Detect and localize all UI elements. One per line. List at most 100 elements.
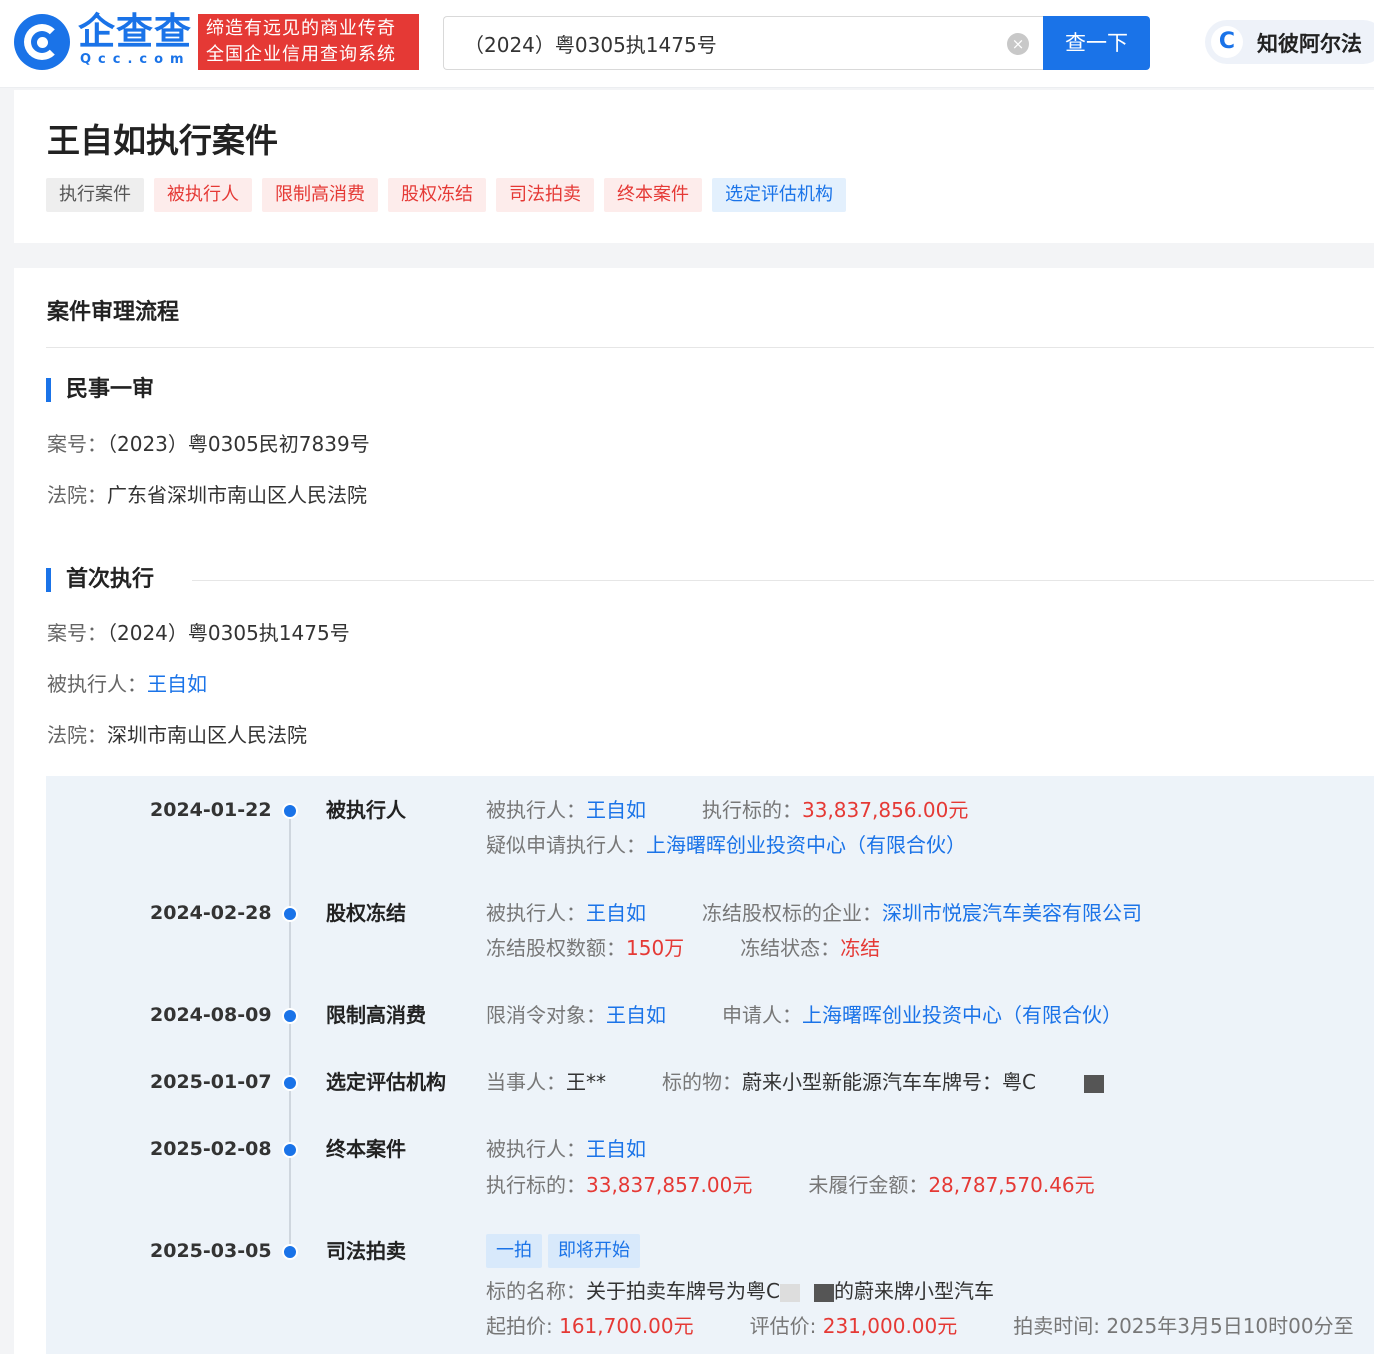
tag-equity-freeze[interactable]: 股权冻结	[388, 178, 486, 212]
zhibi-label: 知彼阿尔法	[1257, 32, 1362, 56]
page-title: 王自如执行案件	[47, 121, 278, 160]
search-box: ×	[443, 16, 1043, 70]
timeline-dot-icon	[282, 906, 298, 922]
title-card: 王自如执行案件 执行案件 被执行人 限制高消费 股权冻结 司法拍卖 终本案件 选…	[14, 90, 1374, 243]
search-button[interactable]: 查一下	[1043, 16, 1150, 70]
tag-judicial-auction[interactable]: 司法拍卖	[496, 178, 594, 212]
timeline-date: 2024-01-22	[150, 799, 272, 821]
auction-name-value[interactable]: 的蔚来牌小型汽车	[834, 1279, 994, 1303]
field-label: 申请人：	[722, 1003, 802, 1027]
person-link[interactable]: 王自如	[586, 901, 646, 925]
case-no-value: （2024）粤0305执1475号	[107, 621, 350, 645]
case-process-card: 案件审理流程 民事一审 案号：（2023）粤0305民初7839号 法院：广东省…	[14, 268, 1374, 1354]
auction-status-badge: 即将开始	[548, 1234, 640, 1268]
field-label: 起拍价:	[486, 1314, 560, 1338]
timeline-line	[289, 810, 291, 1252]
field-label: 标的物：	[662, 1070, 742, 1094]
case-no-label: 案号：	[47, 432, 107, 456]
divider	[192, 580, 1374, 581]
timeline-type: 限制高消费	[326, 1003, 426, 1027]
case-no-label: 案号：	[47, 621, 107, 645]
slogan-line-2: 全国企业信用查询系统	[206, 44, 396, 65]
person-label: 被执行人：	[47, 672, 147, 696]
first-exec-court: 法院：深圳市南山区人民法院	[47, 721, 307, 749]
applicant-link[interactable]: 上海曙晖创业投资中心（有限合伙）	[646, 833, 966, 857]
person-link[interactable]: 王自如	[586, 1137, 646, 1161]
timeline-row: 起拍价: 161,700.00元 评估价: 231,000.00元 拍卖时间: 20…	[486, 1312, 1354, 1340]
timeline-row: 疑似申请执行人：上海曙晖创业投资中心（有限合伙）	[486, 831, 966, 859]
field-label: 被执行人：	[486, 901, 586, 925]
redacted-mask	[1083, 1074, 1104, 1093]
first-exec-case-no: 案号：（2024）粤0305执1475号	[47, 619, 350, 647]
timeline-dot-icon	[282, 803, 298, 819]
field-label: 评估价:	[749, 1314, 823, 1338]
field-label: 拍卖时间:	[1013, 1314, 1107, 1338]
tag-high-consumption-limit[interactable]: 限制高消费	[262, 178, 378, 212]
timeline-row: 被执行人：王自如 冻结股权标的企业：深圳市悦宸汽车美容有限公司	[486, 899, 1142, 927]
amount-value: 150万	[626, 936, 685, 960]
company-link[interactable]: 深圳市悦宸汽车美容有限公司	[882, 901, 1142, 925]
divider	[46, 347, 1374, 348]
timeline-type: 选定评估机构	[326, 1070, 446, 1094]
field-label: 未履行金额：	[808, 1173, 929, 1197]
court-value: 深圳市南山区人民法院	[107, 723, 307, 747]
court-label: 法院：	[47, 483, 107, 507]
logo-subtext: Qcc.com	[80, 52, 191, 67]
timeline-row: 被执行人：王自如	[486, 1135, 646, 1163]
timeline-date: 2024-02-28	[150, 902, 272, 924]
auction-name-value[interactable]: 关于拍卖车牌号为粤C	[586, 1279, 780, 1303]
timeline-row: 当事人：王** 标的物：蔚来小型新能源汽车车牌号：粤C	[486, 1068, 1104, 1096]
field-label: 执行标的：	[486, 1173, 586, 1197]
field-label: 限消令对象：	[486, 1003, 606, 1027]
timeline-date: 2025-02-08	[150, 1138, 272, 1160]
first-exec-heading: 首次执行	[46, 566, 154, 594]
first-exec-person: 被执行人：王自如	[47, 670, 207, 698]
eval-price-value: 231,000.00元	[822, 1314, 958, 1338]
start-price-value: 161,700.00元	[559, 1314, 694, 1338]
timeline-row: 被执行人：王自如 执行标的：33,837,856.00元	[486, 796, 968, 824]
timeline-row: 执行标的：33,837,857.00元 未履行金额：28,787,570.46元	[486, 1171, 1095, 1199]
court-label: 法院：	[47, 723, 107, 747]
field-label: 执行标的：	[702, 798, 802, 822]
qcc-logo-icon[interactable]	[14, 14, 70, 70]
party-value: 王**	[566, 1070, 606, 1094]
timeline-date: 2025-01-07	[150, 1071, 272, 1093]
amount-value: 33,837,857.00元	[586, 1173, 753, 1197]
zhibi-logo-icon: C	[1211, 26, 1243, 58]
field-label: 当事人：	[486, 1070, 566, 1094]
case-no-value: （2023）粤0305民初7839号	[107, 432, 370, 456]
zhibi-alpha-button[interactable]: C 知彼阿尔法	[1205, 20, 1374, 64]
field-label: 被执行人：	[486, 1137, 586, 1161]
person-link[interactable]: 王自如	[586, 798, 646, 822]
search-input[interactable]	[464, 17, 1004, 69]
timeline-date: 2024-08-09	[150, 1004, 272, 1026]
timeline-dot-icon	[282, 1008, 298, 1024]
subject-value: 蔚来小型新能源汽车车牌号：粤C	[742, 1070, 1036, 1094]
timeline-row: 限消令对象：王自如 申请人：上海曙晖创业投资中心（有限合伙）	[486, 1001, 1122, 1029]
tag-execution-case[interactable]: 执行案件	[46, 178, 144, 212]
redacted-mask	[779, 1283, 800, 1302]
tag-executed-person[interactable]: 被执行人	[154, 178, 252, 212]
unpaid-amount-value: 28,787,570.46元	[928, 1173, 1095, 1197]
field-label: 冻结状态：	[740, 936, 841, 960]
first-trial-heading: 民事一审	[46, 376, 154, 404]
timeline-row: 标的名称：关于拍卖车牌号为粤C 的蔚来牌小型汽车	[486, 1277, 994, 1305]
tag-appraisal-agency[interactable]: 选定评估机构	[712, 178, 846, 212]
person-link[interactable]: 王自如	[147, 672, 207, 696]
timeline-dot-icon	[282, 1244, 298, 1260]
logo-text[interactable]: 企查查	[78, 10, 192, 54]
timeline-type: 被执行人	[326, 798, 406, 822]
status-value: 冻结	[840, 936, 881, 960]
slogan-banner: 缔造有远见的商业传奇 全国企业信用查询系统	[198, 14, 419, 70]
person-link[interactable]: 王自如	[606, 1003, 666, 1027]
timeline: 2024-01-22 被执行人 被执行人：王自如 执行标的：33,837,856.…	[46, 776, 1374, 1354]
timeline-dot-icon	[282, 1142, 298, 1158]
applicant-link[interactable]: 上海曙晖创业投资中心（有限合伙）	[802, 1003, 1122, 1027]
field-label: 被执行人：	[486, 798, 586, 822]
tag-terminated-case[interactable]: 终本案件	[604, 178, 702, 212]
tag-list: 执行案件 被执行人 限制高消费 股权冻结 司法拍卖 终本案件 选定评估机构	[46, 178, 856, 212]
amount-value: 33,837,856.00元	[802, 798, 969, 822]
timeline-row: 一拍 即将开始	[486, 1234, 646, 1268]
clear-icon[interactable]: ×	[1007, 33, 1029, 55]
auction-round-badge: 一拍	[486, 1234, 542, 1268]
